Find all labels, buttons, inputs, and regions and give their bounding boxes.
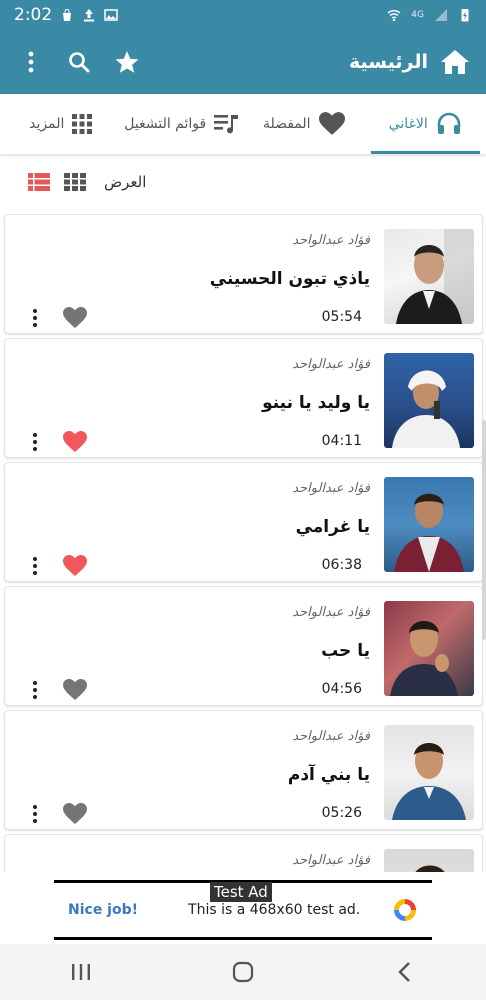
- scroll-edge-handle[interactable]: [482, 420, 486, 640]
- upload-icon: [84, 9, 95, 22]
- artist-name: فؤاد عبدالواحد: [292, 729, 370, 744]
- artist-photo: [384, 601, 474, 696]
- overflow-menu-button[interactable]: [16, 47, 46, 77]
- favorite-toggle-icon[interactable]: [63, 431, 87, 453]
- artist-name: فؤاد عبدالواحد: [292, 853, 370, 868]
- song-menu-button[interactable]: [27, 679, 43, 701]
- favorite-toggle-icon[interactable]: [63, 555, 87, 577]
- ad-body: This is a 468x60 test ad.: [188, 902, 361, 918]
- network-label: 4G: [411, 10, 424, 20]
- tab-label: الاغاني: [388, 116, 428, 132]
- home-icon[interactable]: [440, 48, 470, 76]
- heart-icon: [318, 112, 345, 135]
- view-label: العرض: [104, 173, 147, 191]
- home-nav-button[interactable]: [223, 952, 263, 992]
- artist-photo: [384, 849, 474, 872]
- back-nav-button[interactable]: [385, 952, 425, 992]
- song-list: فؤاد عبدالواحد ياذي تبون الحسيني 05:54 ف…: [0, 214, 486, 872]
- page-title: الرئيسية: [349, 51, 428, 73]
- song-card[interactable]: فؤاد عبدالواحد ياذي تبون الحسيني 05:54: [4, 214, 483, 334]
- song-duration: 05:26: [321, 805, 362, 821]
- search-icon: [69, 52, 90, 73]
- song-menu-button[interactable]: [27, 431, 43, 453]
- battery-charging-icon: [461, 9, 469, 22]
- artist-name: فؤاد عبدالواحد: [292, 357, 370, 372]
- headphones-icon: [437, 112, 461, 134]
- playlist-icon: [214, 115, 239, 134]
- tab-favorites[interactable]: المفضلة: [243, 94, 365, 154]
- song-duration: 05:54: [321, 309, 362, 325]
- wifi-icon: [387, 10, 401, 22]
- star-icon: [115, 51, 139, 73]
- status-time: 2:02: [14, 5, 53, 25]
- song-menu-button[interactable]: [27, 555, 43, 577]
- ad-choices-logo-icon[interactable]: [392, 897, 418, 923]
- song-title: يا وليد يا نينو: [262, 393, 370, 413]
- tab-playlists[interactable]: قوائم التشغيل: [122, 94, 244, 154]
- status-bar: 2:02 4G: [0, 0, 486, 30]
- song-duration: 06:38: [321, 557, 362, 573]
- search-button[interactable]: [64, 47, 94, 77]
- view-toggle-row: العرض: [0, 160, 486, 204]
- song-card[interactable]: فؤاد عبدالواحد: [4, 834, 483, 872]
- song-card[interactable]: فؤاد عبدالواحد يا حب 04:56: [4, 586, 483, 706]
- image-icon: [104, 9, 118, 21]
- song-title: يا حب: [321, 641, 370, 661]
- grid-icon: [72, 114, 93, 134]
- song-duration: 04:56: [321, 681, 362, 697]
- list-view-icon[interactable]: [28, 173, 50, 191]
- song-menu-button[interactable]: [27, 803, 43, 825]
- artist-photo: [384, 229, 474, 324]
- home-nav-icon: [232, 961, 254, 983]
- song-title: يا غرامي: [295, 517, 370, 537]
- song-duration: 04:11: [321, 433, 362, 449]
- favorite-toggle-icon[interactable]: [63, 307, 87, 329]
- tab-label: المفضلة: [262, 116, 311, 132]
- artist-name: فؤاد عبدالواحد: [292, 481, 370, 496]
- artist-name: فؤاد عبدالواحد: [292, 233, 370, 248]
- app-bar: الرئيسية: [0, 30, 486, 94]
- artist-photo: [384, 477, 474, 572]
- favorite-toggle-icon[interactable]: [63, 803, 87, 825]
- artist-name: فؤاد عبدالواحد: [292, 605, 370, 620]
- song-card[interactable]: فؤاد عبدالواحد يا وليد يا نينو 04:11: [4, 338, 483, 458]
- song-card[interactable]: فؤاد عبدالواحد يا بني آدم 05:26: [4, 710, 483, 830]
- grid-view-icon[interactable]: [64, 173, 86, 191]
- artist-photo: [384, 725, 474, 820]
- test-ad-badge: Test Ad: [210, 882, 272, 902]
- more-vert-icon: [28, 51, 34, 73]
- song-card[interactable]: فؤاد عبدالواحد يا غرامي 06:38: [4, 462, 483, 582]
- tab-label: المزيد: [29, 116, 65, 132]
- shopping-bag-icon: [63, 9, 72, 21]
- recent-apps-icon: [72, 964, 90, 980]
- favorite-toggle-icon[interactable]: [63, 679, 87, 701]
- song-title: ياذي تبون الحسيني: [209, 269, 370, 289]
- tab-songs[interactable]: الاغاني: [365, 94, 486, 154]
- song-title: يا بني آدم: [287, 765, 370, 785]
- rate-button[interactable]: [112, 47, 142, 77]
- tab-label: قوائم التشغيل: [124, 116, 207, 132]
- tab-more[interactable]: المزيد: [0, 94, 122, 154]
- song-menu-button[interactable]: [27, 307, 43, 329]
- tab-bar: الاغاني المفضلة قوائم التشغيل المزيد: [0, 94, 486, 154]
- recent-apps-button[interactable]: [61, 952, 101, 992]
- artist-photo: [384, 353, 474, 448]
- signal-icon: [435, 9, 447, 21]
- system-nav-bar: [0, 944, 486, 1000]
- back-icon: [398, 962, 410, 982]
- ad-headline: Nice job!: [68, 902, 139, 918]
